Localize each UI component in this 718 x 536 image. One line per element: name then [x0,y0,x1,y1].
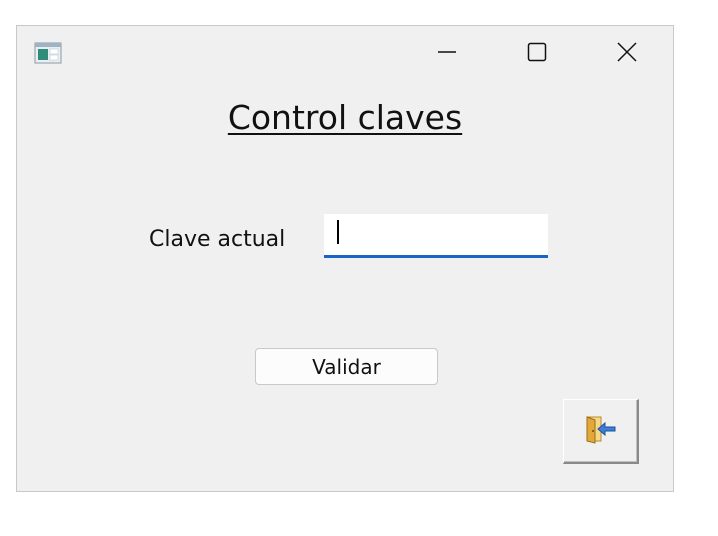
title-bar[interactable] [17,26,673,82]
minimize-button[interactable] [401,26,493,82]
maximize-button[interactable] [491,26,583,82]
close-icon [616,41,638,67]
exit-door-icon [584,414,618,448]
exit-button[interactable] [563,399,639,464]
text-caret [337,220,339,244]
current-key-label: Clave actual [149,227,286,252]
close-button[interactable] [581,26,673,82]
maximize-icon [526,41,548,67]
validate-button[interactable]: Validar [255,348,438,385]
app-window-icon [34,42,62,64]
dialog-window: Control claves Clave actual Validar [16,25,674,492]
current-key-input[interactable] [324,214,548,258]
page-title: Control claves [227,98,463,137]
minimize-icon [436,41,458,67]
